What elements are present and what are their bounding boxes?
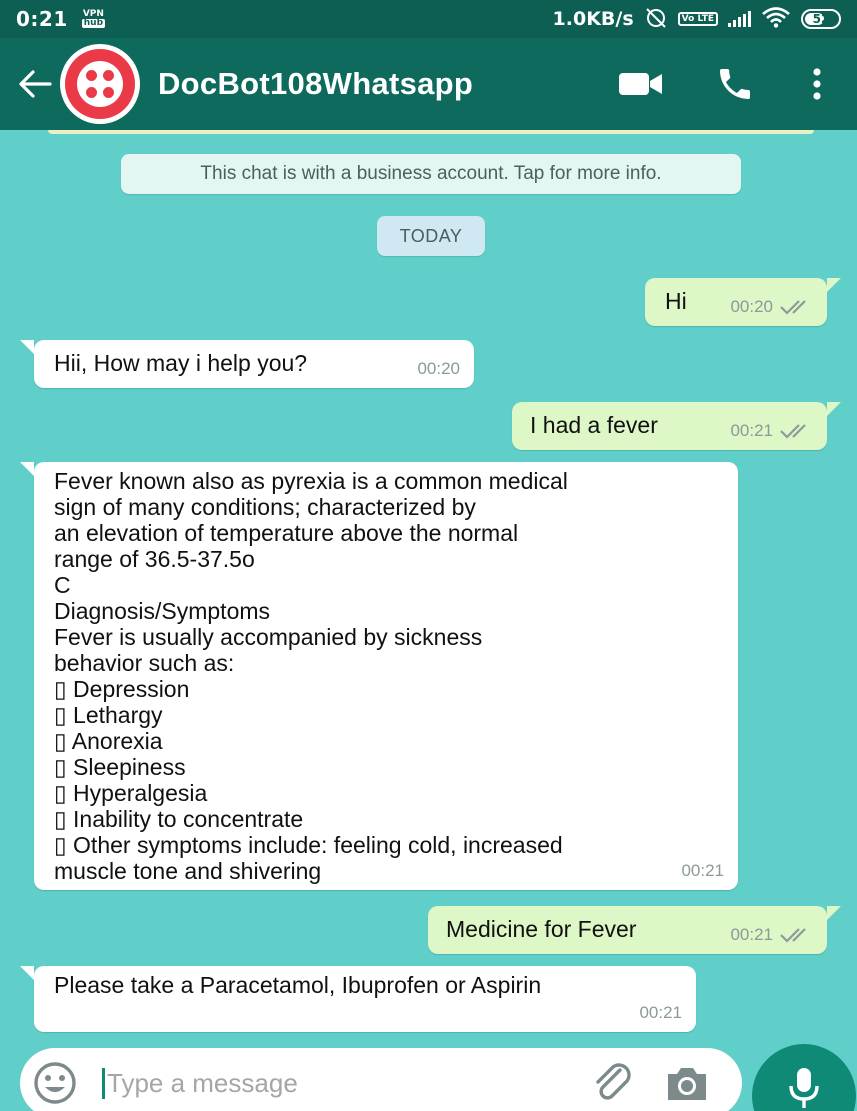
message-time: 00:21 xyxy=(639,1003,682,1022)
chat-header: DocBot108Whatsapp xyxy=(0,38,857,130)
message-time: 00:20 xyxy=(730,297,773,316)
network-speed: 1.0KB/s xyxy=(552,8,634,30)
message-text: Medicine for Fever xyxy=(446,916,637,942)
read-receipt-icon xyxy=(780,928,806,943)
message-out[interactable]: Hi 00:20 xyxy=(645,278,841,326)
date-chip: TODAY xyxy=(377,216,485,256)
read-receipt-icon xyxy=(780,300,806,315)
message-in[interactable]: Fever known also as pyrexia is a common … xyxy=(20,462,738,890)
more-options-icon[interactable] xyxy=(787,54,847,114)
battery-icon: 52 xyxy=(801,9,841,29)
microphone-icon xyxy=(789,1068,819,1108)
message-meta: 00:21 xyxy=(730,418,813,444)
message-meta: 00:21 xyxy=(681,858,724,884)
message-out[interactable]: I had a fever 00:21 xyxy=(512,402,841,450)
message-text: I had a fever xyxy=(530,412,658,438)
business-account-notice[interactable]: This chat is with a business account. Ta… xyxy=(121,154,741,194)
vpn-hub-icon: VPN hub xyxy=(81,10,106,28)
message-input[interactable] xyxy=(102,1067,522,1099)
camera-icon[interactable] xyxy=(662,1058,712,1108)
chat-area[interactable]: This chat is with a business account. Ta… xyxy=(0,130,857,1048)
status-time: 0:21 xyxy=(16,7,68,31)
emoji-icon[interactable] xyxy=(32,1060,78,1106)
alarm-off-icon xyxy=(644,6,668,33)
wifi-icon xyxy=(761,6,791,33)
read-receipt-icon xyxy=(780,424,806,439)
message-meta: 00:20 xyxy=(417,356,460,382)
message-time: 00:21 xyxy=(730,925,773,944)
message-time: 00:21 xyxy=(730,421,773,440)
message-in[interactable]: Hii, How may i help you? 00:20 xyxy=(20,340,474,388)
message-text: Hii, How may i help you? xyxy=(54,350,308,376)
signal-icon xyxy=(728,11,751,27)
video-call-icon[interactable] xyxy=(611,54,671,114)
volte-icon: Vo LTE xyxy=(677,12,718,26)
hub-label: hub xyxy=(81,18,106,28)
chat-title[interactable]: DocBot108Whatsapp xyxy=(158,66,473,102)
message-text: Fever known also as pyrexia is a common … xyxy=(54,468,568,884)
message-in[interactable]: Please take a Paracetamol, Ibuprofen or … xyxy=(20,966,696,1032)
status-bar: 0:21 VPN hub 1.0KB/s Vo LTE 52 xyxy=(0,0,857,38)
message-text: Please take a Paracetamol, Ibuprofen or … xyxy=(54,972,542,998)
battery-percent: 52 xyxy=(812,12,830,26)
message-time: 00:20 xyxy=(417,359,460,378)
message-out[interactable]: Medicine for Fever 00:21 xyxy=(428,906,841,954)
voice-message-button[interactable] xyxy=(752,1044,856,1111)
message-meta: 00:20 xyxy=(730,294,813,320)
contact-avatar[interactable] xyxy=(60,44,140,124)
previous-message-edge xyxy=(48,130,814,134)
back-arrow-icon[interactable] xyxy=(8,57,62,111)
message-time: 00:21 xyxy=(681,861,724,880)
message-meta: 00:21 xyxy=(730,922,813,948)
attachment-icon[interactable] xyxy=(588,1058,638,1108)
phone-icon[interactable] xyxy=(705,54,765,114)
message-text: Hi xyxy=(665,288,687,314)
message-composer xyxy=(20,1048,742,1111)
message-meta: 00:21 xyxy=(639,1000,682,1026)
